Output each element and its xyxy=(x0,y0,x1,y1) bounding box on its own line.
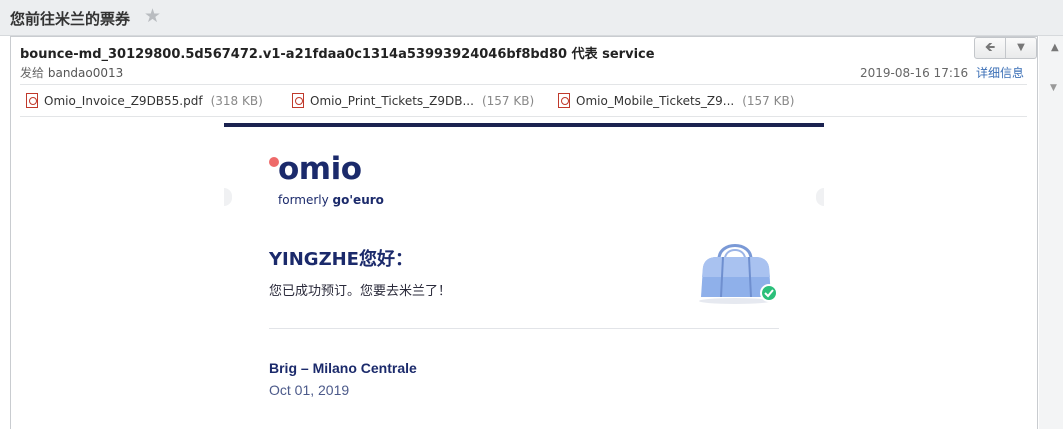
scrollbar[interactable] xyxy=(1039,36,1063,429)
reply-icon: 🡸 xyxy=(984,40,996,55)
star-icon[interactable]: ★ xyxy=(144,5,161,27)
attachment-size: (157 KB) xyxy=(742,94,795,108)
attachment-item[interactable]: Omio_Print_Tickets_Z9DB... (157 KB) xyxy=(292,93,534,108)
message-actions: 🡸 ▼ xyxy=(974,37,1037,59)
logo-tagline: formerly go'euro xyxy=(278,193,384,207)
section-divider xyxy=(269,328,779,329)
sender-line: bounce-md_30129800.5d567472.v1-a21fdaa0c… xyxy=(20,47,655,62)
email-header-rule xyxy=(224,123,824,127)
attachment-name: Omio_Print_Tickets_Z9DB... xyxy=(310,94,474,108)
scroll-up-icon[interactable]: ▲ xyxy=(1051,42,1059,53)
trip-date: Oct 01, 2019 xyxy=(269,382,350,398)
travel-bag-icon xyxy=(699,244,778,304)
trip-route: Brig – Milano Centrale xyxy=(269,360,417,376)
attachment-size: (157 KB) xyxy=(481,94,535,108)
booking-confirmation: 您已成功预订。您要去米兰了！ xyxy=(269,284,452,299)
attachment-size: (318 KB) xyxy=(210,94,263,108)
attachment-item[interactable]: Omio_Mobile_Tickets_Z9... (157 KB) xyxy=(558,93,794,108)
greeting: YINGZHE您好： xyxy=(269,249,413,270)
attachment-item[interactable]: Omio_Invoice_Z9DB55.pdf (318 KB) xyxy=(26,93,263,108)
attachment-name: Omio_Invoice_Z9DB55.pdf xyxy=(44,94,203,108)
pdf-icon xyxy=(292,93,304,108)
message-datetime: 2019-08-16 17:16 xyxy=(860,66,969,80)
logo-tagline-prefix: formerly xyxy=(278,193,333,207)
chevron-down-icon: ▼ xyxy=(1017,42,1025,53)
message-meta: 2019-08-16 17:16 详细信息 xyxy=(860,64,1024,81)
attachment-name: Omio_Mobile_Tickets_Z9... xyxy=(576,94,735,108)
email-edge-decoration xyxy=(816,188,824,206)
pdf-icon xyxy=(26,93,38,108)
logo-wordmark: omio xyxy=(278,151,362,187)
attachments-bar: Omio_Invoice_Z9DB55.pdf (318 KB) Omio_Pri… xyxy=(20,84,1027,117)
pdf-icon xyxy=(558,93,570,108)
subject-bar: 您前往米兰的票券 ★ xyxy=(0,0,1063,36)
details-link[interactable]: 详细信息 xyxy=(976,66,1024,80)
logo-tagline-brand: go'euro xyxy=(332,193,384,207)
reply-button[interactable]: 🡸 xyxy=(975,38,1005,58)
more-actions-button[interactable]: ▼ xyxy=(1005,38,1036,58)
recipient-line: 发给 bandao0013 xyxy=(20,64,123,81)
recipient-name: bandao0013 xyxy=(47,66,124,80)
recipient-prefix: 发给 xyxy=(20,66,45,80)
subject-title: 您前往米兰的票券 xyxy=(10,10,131,28)
scroll-down-icon[interactable]: ▼ xyxy=(1050,83,1057,93)
